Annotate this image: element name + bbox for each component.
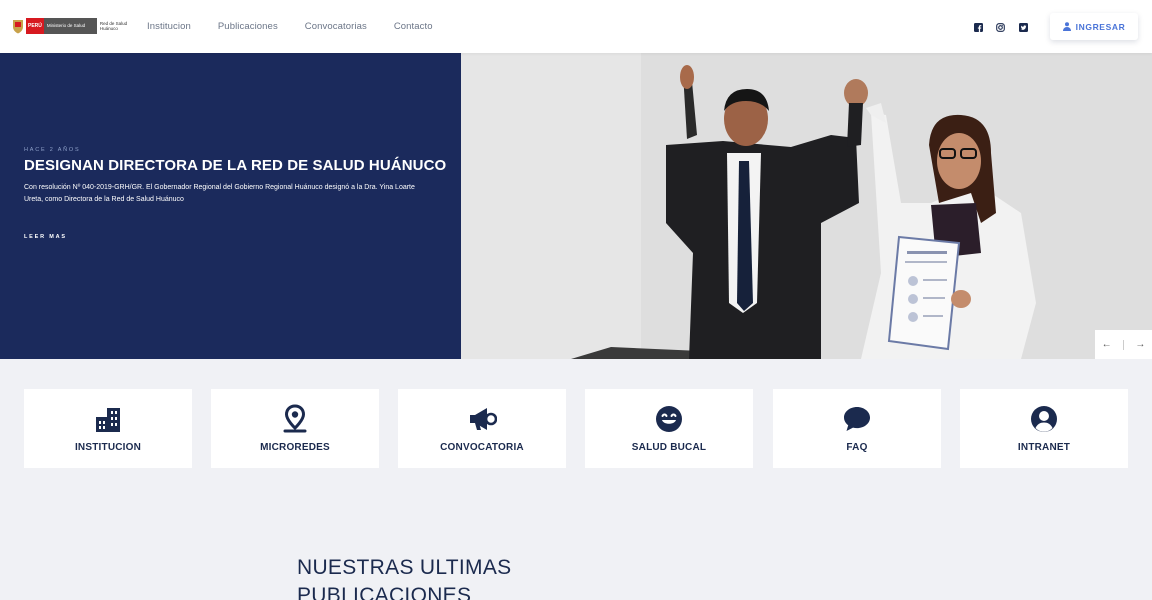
nav-link-convocatorias[interactable]: Convocatorias	[305, 21, 367, 32]
login-button[interactable]: INGRESAR	[1050, 13, 1138, 40]
login-button-label: INGRESAR	[1075, 21, 1126, 32]
card-label: INSTITUCION	[74, 442, 142, 453]
hero-description: Con resolución Nº 040-2019-GRH/GR. El Go…	[24, 184, 415, 203]
card-intranet[interactable]: INTRANET	[960, 389, 1128, 468]
user-icon	[1062, 18, 1071, 36]
coat-of-arms-icon	[11, 17, 24, 35]
card-label: SALUD BUCAL	[631, 442, 707, 453]
card-label: MICROREDES	[260, 442, 330, 453]
carousel-divider	[1122, 339, 1124, 350]
card-label: FAQ	[846, 442, 868, 453]
arrow-right-icon[interactable]: →	[1133, 339, 1147, 350]
arrow-left-icon[interactable]: ←	[1100, 339, 1114, 350]
chat-bubble-icon	[841, 403, 873, 435]
card-salud-bucal[interactable]: SALUD BUCAL	[585, 389, 753, 468]
megaphone-icon	[466, 403, 498, 435]
nav-link-institucion[interactable]: Institucion	[147, 21, 191, 32]
logo-ministry: Ministerio de Salud	[43, 18, 97, 34]
section-title-line-1: NUESTRAS ULTIMAS	[297, 556, 512, 579]
hero-image	[461, 53, 1152, 359]
card-microredes[interactable]: MICROREDES	[211, 389, 379, 468]
hero-panel	[0, 53, 461, 359]
facebook-icon[interactable]	[973, 22, 983, 32]
instagram-icon[interactable]	[995, 22, 1005, 32]
logo-country: PERÚ	[26, 18, 44, 34]
card-label: INTRANET	[1017, 442, 1071, 453]
user-circle-icon	[1028, 403, 1060, 435]
logo-entity: Red de Salud Huánuco	[99, 21, 128, 31]
top-navbar: PERÚ Ministerio de Salud Red de Salud Hu…	[0, 0, 1152, 53]
section-title: NUESTRAS ULTIMAS PUBLICACIONES	[297, 554, 511, 600]
smile-icon	[653, 403, 685, 435]
twitter-icon[interactable]	[1018, 22, 1028, 32]
hero-title: DESIGNAN DIRECTORA DE LA RED DE SALUD HU…	[24, 157, 447, 174]
card-faq[interactable]: FAQ	[773, 389, 941, 468]
section-title-line-2: PUBLICACIONES	[297, 584, 472, 600]
card-institucion[interactable]: INSTITUCION	[24, 389, 192, 468]
map-marker-icon	[279, 403, 311, 435]
site-logo[interactable]: PERÚ Ministerio de Salud Red de Salud Hu…	[11, 17, 128, 35]
nav-link-contacto[interactable]: Contacto	[394, 21, 433, 32]
carousel-controls: ← →	[1095, 330, 1152, 359]
hero-timestamp: HACE 2 AÑOS	[24, 147, 81, 153]
nav-link-publicaciones[interactable]: Publicaciones	[218, 21, 278, 32]
read-more-link[interactable]: LEER MAS	[24, 234, 67, 240]
main-nav: Institucion Publicaciones Convocatorias …	[147, 0, 460, 53]
card-label: CONVOCATORIA	[440, 442, 524, 453]
building-icon	[92, 403, 124, 435]
card-convocatoria[interactable]: CONVOCATORIA	[398, 389, 566, 468]
